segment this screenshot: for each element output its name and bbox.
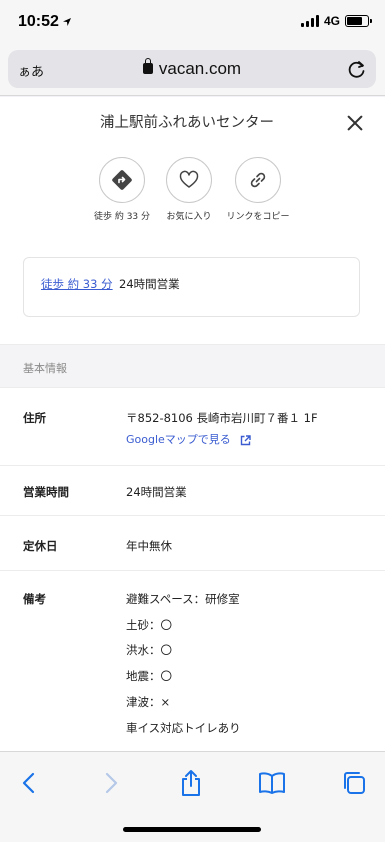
google-map-link-label: Googleマップで見る (126, 433, 231, 446)
address-value: 〒852-8106 長崎市岩川町７番１ 1F (126, 411, 318, 425)
closed-label: 定休日 (23, 539, 58, 553)
note-line: 地震：〇 (126, 669, 172, 683)
closed-day-row: 定休日 年中無休 (0, 516, 385, 571)
header: 浦上駅前ふれあいセンター (0, 111, 385, 137)
copy-link-label: リンクをコピー (226, 212, 290, 222)
tabs-icon (344, 772, 365, 794)
heart-icon (179, 170, 199, 188)
favorite-button[interactable]: お気に入り (149, 157, 229, 222)
note-line: 津波：× (126, 695, 171, 709)
note-line: 土砂：〇 (126, 618, 172, 632)
notes-row: 備考 避難スペース：研修室 土砂：〇 洪水：〇 地震：〇 津波：× 車イス対応ト… (0, 571, 385, 751)
hours-row: 営業時間 24時間営業 (0, 466, 385, 516)
share-icon (182, 770, 200, 796)
page-title: 浦上駅前ふれあいセンター (82, 111, 292, 135)
summary-hours: 24時間営業 (119, 277, 180, 291)
walk-time-link[interactable]: 徒歩 約 33 分 (41, 276, 113, 292)
address-bar[interactable]: ぁあ vacan.com (8, 50, 376, 88)
external-link-icon (241, 434, 251, 445)
location-arrow-icon (63, 18, 71, 26)
address-bar-area: ぁあ vacan.com (0, 44, 385, 96)
forward-chevron-icon (105, 772, 118, 794)
notes-label: 備考 (23, 592, 46, 606)
hours-value: 24時間営業 (126, 485, 187, 499)
bookmarks-button[interactable] (257, 768, 287, 798)
copy-link-button[interactable]: リンクをコピー (218, 157, 298, 222)
basic-info-header: 基本情報 (0, 344, 385, 388)
lock-icon (142, 58, 153, 74)
status-indicators: 4G (300, 14, 372, 28)
url-text: vacan.com (158, 59, 242, 78)
address-row: 住所 〒852-8106 長崎市岩川町７番１ 1F Googleマップで見る (0, 388, 385, 466)
link-icon (250, 172, 266, 188)
url-display[interactable]: vacan.com (8, 58, 376, 79)
battery-icon (345, 15, 372, 27)
back-chevron-icon (22, 772, 35, 794)
browser-toolbar (0, 751, 385, 842)
directions-icon (112, 170, 132, 190)
tabs-button[interactable] (339, 768, 369, 798)
note-line: 車イス対応トイレあり (126, 721, 241, 735)
note-line: 避難スペース：研修室 (126, 592, 240, 606)
signal-icon (300, 15, 319, 27)
page-content: 浦上駅前ふれあいセンター 徒歩 約 33 分 お気に入り リンクをコピー 徒歩 … (0, 97, 385, 751)
action-buttons: 徒歩 約 33 分 お気に入り リンクをコピー (0, 157, 385, 227)
section-title: 基本情報 (23, 362, 67, 375)
reload-icon[interactable] (346, 58, 368, 80)
network-label: 4G (323, 14, 340, 28)
share-button[interactable] (176, 768, 206, 798)
close-icon[interactable] (347, 115, 363, 131)
note-line: 洪水：〇 (126, 643, 172, 657)
favorite-label: お気に入り (166, 212, 212, 222)
hours-label: 営業時間 (23, 485, 69, 499)
book-icon (259, 772, 285, 794)
home-indicator (123, 827, 261, 832)
summary-card: 徒歩 約 33 分 24時間営業 (23, 257, 360, 317)
google-map-link[interactable]: Googleマップで見る (126, 431, 251, 447)
closed-value: 年中無休 (126, 539, 172, 553)
address-label: 住所 (23, 411, 46, 425)
status-time: 10:52 (18, 13, 59, 30)
status-bar: 10:52 4G (0, 0, 385, 44)
forward-button[interactable] (96, 768, 126, 798)
back-button[interactable] (14, 768, 44, 798)
